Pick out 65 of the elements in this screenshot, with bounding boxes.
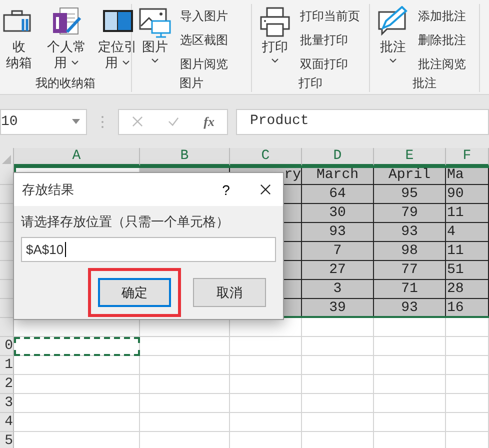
ribbon-button[interactable]: 打印当前页 [298,6,362,27]
table-cell: 11 [446,204,489,223]
formula-field[interactable]: Product [236,108,489,134]
column-header[interactable]: F [446,148,489,166]
table-cell: 93 [302,223,374,242]
ribbon-button[interactable]: 批量打印 [298,30,362,51]
column-header[interactable]: A [14,148,140,166]
row-header[interactable]: 2 [0,375,14,394]
dialog-title: 存放结果 [22,180,75,198]
ribbon-button[interactable]: 删除批注 [416,30,468,51]
group-label: 打印 [298,75,324,92]
ribbon-button[interactable]: 选区截图 [178,30,230,51]
ribbon-button[interactable]: 双面打印 [298,54,362,75]
table-cell: 93 [374,223,446,242]
column-header[interactable]: C [230,148,302,166]
group-label: 我的收纳箱 [34,75,96,92]
table-cell: 30 [302,204,374,223]
insert-function-button[interactable]: fx [204,114,214,130]
cancel-icon[interactable] [132,116,143,127]
dialog-button[interactable]: 确定 [98,278,171,307]
prompt-label: 请选择存放位置（只需一个单元格） [21,213,230,231]
table-cell: 98 [374,242,446,261]
grip-icon [101,114,104,128]
table-cell: 11 [446,242,489,261]
table-cell: 64 [302,185,374,204]
row-header[interactable]: 5 [0,432,14,448]
ribbon-button[interactable]: 收 纳箱 [0,4,38,75]
corner-triangle-icon [2,155,11,164]
table-cell: 4 [446,223,489,242]
ribbon-button[interactable]: 导入图片 [178,6,230,27]
column-header[interactable]: E [374,148,446,166]
ribbon-button[interactable]: 打印 [256,4,294,75]
row-header[interactable]: 0 [0,337,14,356]
ribbon-button[interactable]: 图片阅览 [178,54,230,75]
close-icon [260,184,270,195]
group-label: 图片 [178,75,204,92]
column-header[interactable]: B [140,148,230,166]
table-cell: 28 [446,280,489,299]
table-cell: 71 [374,280,446,299]
row-header[interactable]: 1 [0,356,14,375]
table-cell: 51 [446,261,489,280]
ribbon-button[interactable]: 批注 [374,4,412,75]
table-cell: 90 [446,185,489,204]
name-box[interactable]: 10 [0,108,87,134]
table-cell: 27 [302,261,374,280]
ribbon-button[interactable]: 添加批注 [416,6,468,27]
table-cell: 79 [374,204,446,223]
table-cell: 3 [302,280,374,299]
picture-icon [139,6,171,38]
cell-input-field[interactable]: $A$10 [21,237,276,262]
select-all-corner[interactable] [0,148,14,166]
printer-icon [259,6,291,38]
comment-pen-icon [377,6,409,38]
ribbon-button[interactable]: 批注阅览 [416,54,468,75]
row-header[interactable]: 4 [0,413,14,432]
group-label: 批注 [412,75,438,92]
ribbon-button[interactable]: 个人常 用 [44,4,89,75]
check-icon[interactable] [168,116,179,127]
caret-icon [72,119,80,124]
row-header[interactable]: 3 [0,394,14,413]
table-cell: 95 [374,185,446,204]
table-cell: 77 [374,261,446,280]
column-header[interactable]: D [302,148,374,166]
dialog-button[interactable]: 取消 [193,278,266,307]
table-cell: 7 [302,242,374,261]
